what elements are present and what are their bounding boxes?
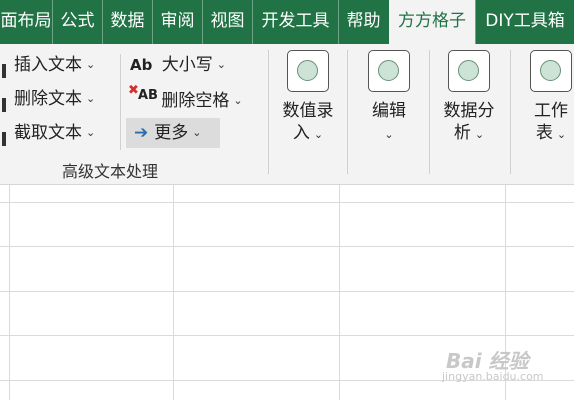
ribbon-tab-bar: 面布局 公式 数据 审阅 视图 开发工具 帮助 方方格子 DIY工具箱 — [0, 0, 574, 44]
divider — [120, 54, 121, 150]
tab-view[interactable]: 视图 — [202, 0, 252, 44]
delete-spaces-icon-text: AB — [138, 88, 158, 103]
numeric-entry-label-line2: 入 — [292, 123, 310, 143]
group-label-advanced-text: 高级文本处理 — [62, 162, 159, 181]
divider — [268, 50, 269, 174]
worksheet-label-line2: 表 — [535, 123, 553, 143]
data-analysis-button[interactable]: 数据分析 ⌄ — [436, 50, 502, 146]
insert-text-icon — [2, 64, 6, 78]
insert-text-label: 插入文本 — [14, 55, 82, 75]
data-analysis-label-line1: 数据分 — [443, 101, 495, 121]
edit-button[interactable]: 编辑 ⌄ — [356, 50, 422, 146]
row-line — [0, 291, 574, 292]
case-button[interactable]: Ab 大小写 ⌄ — [130, 52, 226, 78]
delete-text-label: 删除文本 — [14, 89, 82, 109]
divider — [510, 50, 511, 174]
tab-fangfang-gezi[interactable]: 方方格子 — [389, 0, 475, 44]
edit-icon — [368, 50, 410, 92]
chevron-down-icon: ⌄ — [556, 128, 567, 141]
tab-data[interactable]: 数据 — [102, 0, 152, 44]
row-line — [0, 335, 574, 336]
numeric-entry-icon — [287, 50, 329, 92]
delete-text-icon — [2, 98, 6, 112]
tab-diy-toolbox[interactable]: DIY工具箱 — [475, 0, 574, 44]
delete-text-button[interactable]: 删除文本 ⌄ — [14, 86, 95, 112]
delete-spaces-button[interactable]: ✖ AB 删除空格 ⌄ — [128, 83, 243, 112]
column-line — [339, 185, 340, 400]
insert-text-button[interactable]: 插入文本 ⌄ — [14, 52, 95, 78]
chevron-down-icon: ⌄ — [384, 128, 394, 141]
tab-help[interactable]: 帮助 — [338, 0, 388, 44]
chevron-down-icon: ⌄ — [192, 126, 202, 139]
edit-label: 编辑 — [372, 101, 406, 121]
more-button[interactable]: ➔ 更多 ⌄ — [126, 118, 220, 148]
tab-developer[interactable]: 开发工具 — [252, 0, 338, 44]
chevron-down-icon: ⌄ — [86, 58, 96, 71]
worksheet-button[interactable]: 工作表 ⌄ — [518, 50, 574, 146]
chevron-down-icon: ⌄ — [233, 94, 243, 107]
tab-review[interactable]: 审阅 — [152, 0, 202, 44]
case-icon: Ab — [130, 56, 153, 74]
column-line — [173, 185, 174, 400]
more-label: 更多 — [154, 123, 189, 143]
numeric-entry-button[interactable]: 数值录入 ⌄ — [275, 50, 341, 146]
extract-text-icon — [2, 132, 6, 146]
extract-text-label: 截取文本 — [14, 123, 82, 143]
watermark-url: jingyan.baidu.com — [442, 370, 544, 383]
delete-spaces-label: 删除空格 — [161, 91, 230, 111]
chevron-down-icon: ⌄ — [216, 58, 226, 71]
worksheet-label-line1: 工作 — [534, 101, 568, 121]
chevron-down-icon: ⌄ — [86, 126, 96, 139]
chevron-down-icon: ⌄ — [474, 128, 485, 141]
worksheet-icon — [530, 50, 572, 92]
row-line — [0, 246, 574, 247]
case-label: 大小写 — [161, 55, 213, 75]
tab-page-layout[interactable]: 面布局 — [0, 0, 52, 44]
chevron-down-icon: ⌄ — [313, 128, 324, 141]
ribbon-panel: 插入文本 ⌄ 删除文本 ⌄ 截取文本 ⌄ Ab 大小写 ⌄ ✖ AB 删除空格 ⌄ ➔ 更多 ⌄… — [0, 44, 574, 185]
divider — [429, 50, 430, 174]
divider — [347, 50, 348, 174]
arrow-right-icon: ➔ — [134, 123, 149, 143]
extract-text-button[interactable]: 截取文本 ⌄ — [14, 120, 95, 146]
column-line — [9, 185, 10, 400]
numeric-entry-label-line1: 数值录 — [282, 101, 334, 121]
delete-spaces-icon: ✖ AB — [128, 83, 158, 106]
data-analysis-label-line2: 析 — [453, 123, 471, 143]
data-analysis-icon — [448, 50, 490, 92]
row-line — [0, 202, 574, 203]
tab-formulas[interactable]: 公式 — [52, 0, 102, 44]
chevron-down-icon: ⌄ — [86, 92, 96, 105]
